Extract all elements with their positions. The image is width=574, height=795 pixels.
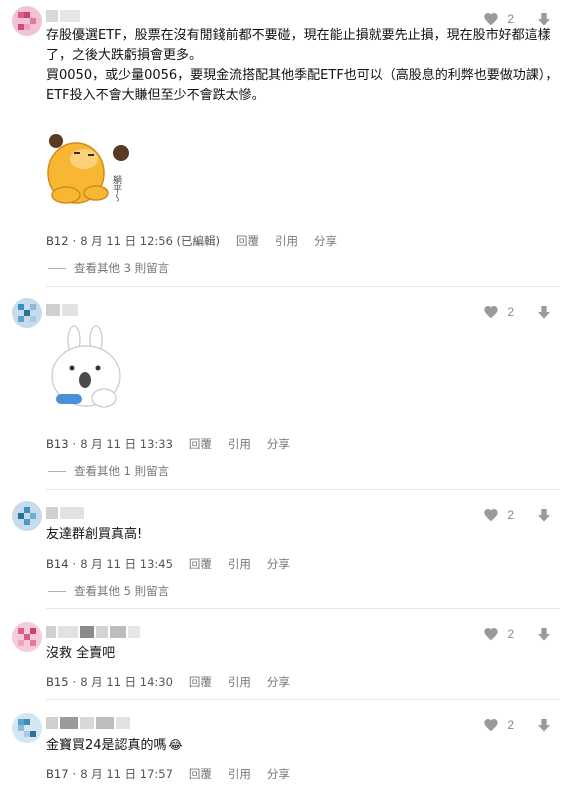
comment-divider — [46, 699, 560, 700]
quote-button[interactable]: 引用 — [228, 436, 251, 452]
like-button[interactable]: 2 — [483, 626, 514, 642]
like-button[interactable]: 2 — [483, 717, 514, 733]
share-button[interactable]: 分享 — [314, 233, 337, 249]
more-replies-link[interactable]: 查看其他 1 則留言 — [48, 463, 169, 479]
more-replies-link[interactable]: 查看其他 5 則留言 — [48, 583, 169, 599]
more-replies-label: 查看其他 1 則留言 — [74, 464, 170, 478]
reply-button[interactable]: 回覆 — [189, 674, 212, 690]
bunny-sticker — [51, 325, 121, 408]
thumb-down-arrow-icon[interactable] — [536, 717, 552, 733]
thumb-down-arrow-icon[interactable] — [536, 626, 552, 642]
heart-icon[interactable] — [483, 11, 499, 27]
username[interactable] — [46, 507, 106, 519]
comment-meta: B12 · 8 月 11 日 12:56 (已編輯) 回覆 引用 分享 — [46, 233, 337, 249]
like-count: 2 — [507, 12, 514, 26]
quote-button[interactable]: 引用 — [228, 674, 251, 690]
like-count: 2 — [507, 627, 514, 641]
reply-button[interactable]: 回覆 — [189, 766, 212, 782]
comment-divider — [46, 489, 560, 490]
floor-number: B12 — [46, 234, 69, 248]
comment-meta: B14 · 8 月 11 日 13:45 回覆 引用 分享 — [46, 556, 290, 572]
more-replies-label: 查看其他 5 則留言 — [74, 584, 170, 598]
more-replies-dash — [48, 267, 66, 269]
comment-meta: B17 · 8 月 11 日 17:57 回覆 引用 分享 — [46, 766, 290, 782]
username[interactable] — [46, 626, 142, 638]
reply-button[interactable]: 回覆 — [189, 436, 212, 452]
sticker-caption: 躺平～ — [111, 174, 122, 202]
comment-line: ETF投入不會大賺但至少不會跌太慘。 — [46, 88, 265, 103]
reply-button[interactable]: 回覆 — [236, 233, 259, 249]
share-button[interactable]: 分享 — [267, 556, 290, 572]
heart-icon[interactable] — [483, 304, 499, 320]
share-button[interactable]: 分享 — [267, 766, 290, 782]
comment-line: 沒救 全賣吧 — [46, 646, 116, 661]
comment-meta: B13 · 8 月 11 日 13:33 回覆 引用 分享 — [46, 436, 290, 452]
username[interactable] — [46, 717, 136, 729]
floor-number: B17 — [46, 767, 69, 781]
meta-separator: · — [72, 437, 77, 451]
comment-text: 金寶買24是認真的嗎 😂 — [46, 735, 554, 756]
comment-line: 了，之後大跌虧損會更多。 — [46, 48, 203, 63]
reply-button[interactable]: 回覆 — [189, 556, 212, 572]
emoji-laugh-icon: 😂 — [168, 738, 183, 752]
meta-separator: · — [72, 557, 77, 571]
comment-date: 8 月 11 日 13:45 — [80, 557, 173, 571]
avatar[interactable] — [12, 6, 42, 36]
meta-separator: · — [72, 675, 77, 689]
comment-line: 買0050，或少量0056，要現金流搭配其他季配ETF也可以（高股息的利弊也要做… — [46, 68, 559, 83]
more-replies-dash — [48, 590, 66, 592]
more-replies-dash — [48, 470, 66, 472]
more-replies-link[interactable]: 查看其他 3 則留言 — [48, 260, 169, 276]
floor-number: B14 — [46, 557, 69, 571]
comment-date: 8 月 11 日 13:33 — [80, 437, 173, 451]
comment-divider — [46, 608, 560, 609]
thumb-down-arrow-icon[interactable] — [536, 507, 552, 523]
comment-line: 友達群創買真高! — [46, 527, 143, 542]
like-count: 2 — [507, 508, 514, 522]
comment-meta: B15 · 8 月 11 日 14:30 回覆 引用 分享 — [46, 674, 290, 690]
avatar[interactable] — [12, 713, 42, 743]
like-button[interactable]: 2 — [483, 507, 514, 523]
like-count: 2 — [507, 305, 514, 319]
heart-icon[interactable] — [483, 507, 499, 523]
avatar[interactable] — [12, 501, 42, 531]
comment-date: 8 月 11 日 12:56 (已編輯) — [80, 234, 221, 248]
avatar[interactable] — [12, 298, 42, 328]
share-button[interactable]: 分享 — [267, 674, 290, 690]
thumb-down-arrow-icon[interactable] — [536, 11, 552, 27]
heart-icon[interactable] — [483, 717, 499, 733]
avatar[interactable] — [12, 622, 42, 652]
comment-date: 8 月 11 日 17:57 — [80, 767, 173, 781]
floor-number: B15 — [46, 675, 69, 689]
comment-line: 存股優選ETF，股票在沒有閒錢前都不要碰，現在能止損就要先止損，現在股市好都這樣 — [46, 28, 551, 43]
meta-separator: · — [72, 767, 77, 781]
like-count: 2 — [507, 718, 514, 732]
comment-divider — [46, 286, 560, 287]
like-button[interactable]: 2 — [483, 304, 514, 320]
comment-date: 8 月 11 日 14:30 — [80, 675, 173, 689]
username[interactable] — [46, 10, 106, 22]
floor-number: B13 — [46, 437, 69, 451]
comment-line-wrap: 金寶買24是認真的嗎 😂 — [46, 735, 554, 756]
quote-button[interactable]: 引用 — [228, 556, 251, 572]
meta-separator: · — [72, 234, 77, 248]
username[interactable] — [46, 304, 106, 316]
quote-button[interactable]: 引用 — [275, 233, 298, 249]
bear-sticker: 躺平～ — [47, 134, 129, 204]
like-button[interactable]: 2 — [483, 11, 514, 27]
comment-text: 友達群創買真高! — [46, 525, 554, 545]
comment-line: 金寶買24是認真的嗎 — [46, 738, 167, 753]
comment-text: 沒救 全賣吧 — [46, 644, 554, 664]
quote-button[interactable]: 引用 — [228, 766, 251, 782]
share-button[interactable]: 分享 — [267, 436, 290, 452]
more-replies-label: 查看其他 3 則留言 — [74, 261, 170, 275]
comment-text: 存股優選ETF，股票在沒有閒錢前都不要碰，現在能止損就要先止損，現在股市好都這樣… — [46, 26, 559, 106]
heart-icon[interactable] — [483, 626, 499, 642]
thumb-down-arrow-icon[interactable] — [536, 304, 552, 320]
